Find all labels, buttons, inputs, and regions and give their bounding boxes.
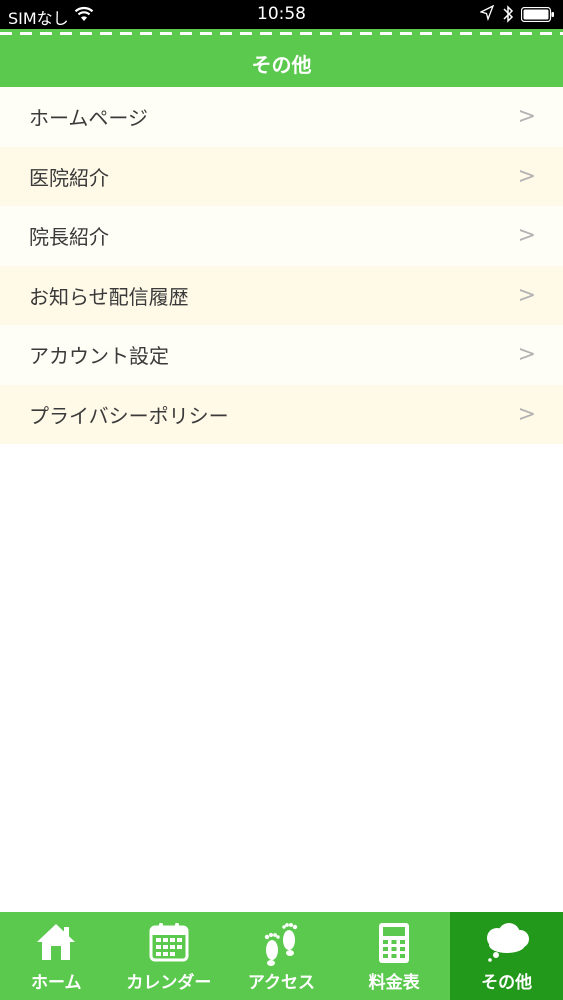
menu-item-account-settings[interactable]: アカウント設定 > [0, 325, 563, 385]
menu-item-clinic-intro[interactable]: 医院紹介 > [0, 146, 563, 206]
tab-home[interactable]: ホーム [0, 912, 113, 1000]
status-bar: SIMなし 10:58 [0, 0, 563, 29]
calculator-icon [376, 922, 412, 968]
tab-other[interactable]: その他 [450, 912, 563, 1000]
dashed-border [0, 32, 563, 35]
speech-bubble-icon [483, 922, 531, 966]
menu-item-label: お知らせ配信履歴 [29, 284, 189, 309]
menu-list: ホームページ > 医院紹介 > 院長紹介 > お知らせ配信履歴 > アカウント設… [0, 87, 563, 444]
menu-item-label: ホームページ [29, 106, 148, 131]
tab-label: アクセス [247, 973, 316, 993]
battery-icon [520, 6, 555, 26]
menu-item-label: 院長紹介 [29, 225, 109, 250]
navigation-bar: その他 [0, 29, 563, 87]
chevron-right-icon: > [517, 163, 536, 189]
tab-access[interactable]: アクセス [225, 912, 338, 1000]
chevron-right-icon: > [517, 342, 536, 367]
menu-item-label: 医院紹介 [29, 165, 109, 190]
calendar-icon [148, 922, 190, 966]
chevron-right-icon: > [517, 282, 536, 308]
chevron-right-icon: > [517, 104, 536, 129]
chevron-right-icon: > [517, 401, 536, 427]
menu-item-privacy-policy[interactable]: プライバシーポリシー > [0, 384, 563, 444]
menu-item-notification-history[interactable]: お知らせ配信履歴 > [0, 265, 563, 325]
tab-calendar[interactable]: カレンダー [113, 912, 226, 1000]
menu-item-label: アカウント設定 [29, 344, 169, 369]
tab-label: ホーム [31, 973, 82, 993]
menu-item-label: プライバシーポリシー [29, 403, 229, 428]
footprints-icon [260, 922, 302, 970]
tab-price-list[interactable]: 料金表 [338, 912, 451, 1000]
page-title: その他 [251, 53, 312, 77]
tab-label: カレンダー [126, 973, 212, 993]
clock: 10:58 [257, 4, 306, 24]
bluetooth-icon [502, 4, 514, 28]
menu-item-director-intro[interactable]: 院長紹介 > [0, 206, 563, 266]
chevron-right-icon: > [517, 223, 536, 248]
tab-label: 料金表 [368, 973, 420, 993]
menu-item-homepage[interactable]: ホームページ > [0, 87, 563, 147]
location-arrow-icon [479, 4, 495, 25]
home-icon [35, 922, 77, 966]
tab-bar: ホーム カレンダー アクセス 料金表 その他 [0, 912, 563, 1000]
tab-label: その他 [481, 973, 533, 993]
